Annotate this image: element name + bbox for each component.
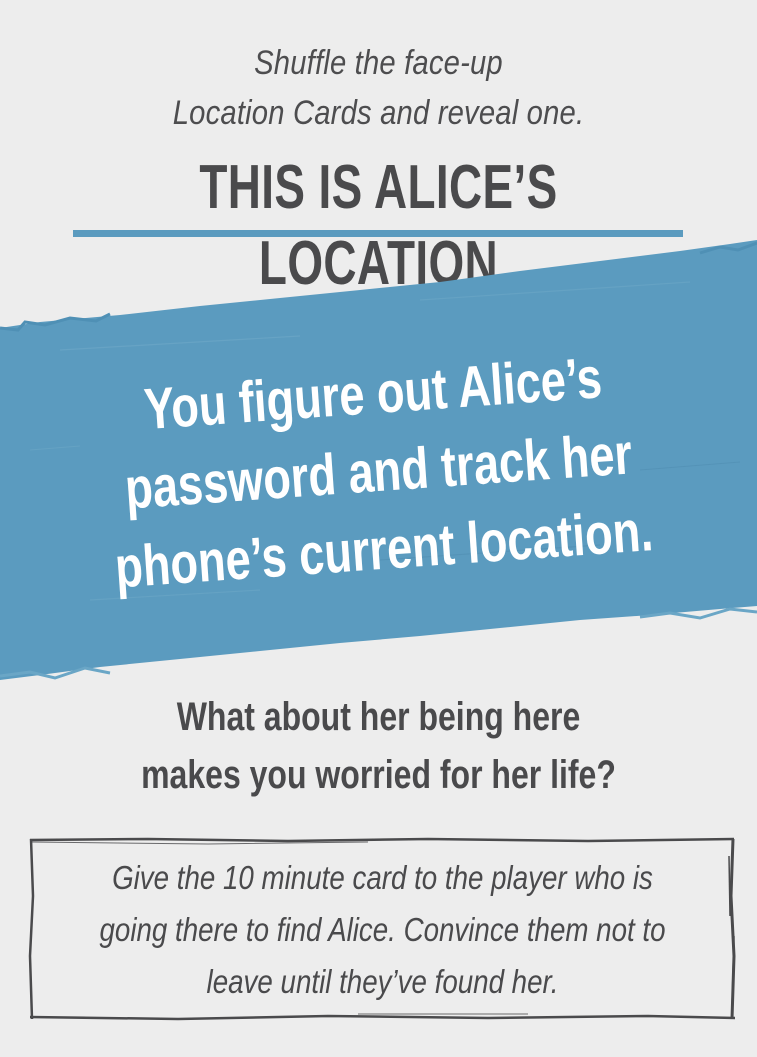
banner-message: You figure out Alice’s password and trac…: [91, 336, 665, 608]
worry-question: What about her being here makes you worr…: [76, 688, 682, 804]
note-line: Give the 10 minute card to the player wh…: [112, 859, 653, 896]
location-card: Shuffle the face-up Location Cards and r…: [0, 0, 757, 1057]
note-line: going there to find Alice. Convince them…: [99, 911, 666, 948]
question-line: What about her being here: [176, 695, 581, 739]
question-line: makes you worried for her life?: [141, 753, 616, 797]
note-line: leave until they’ve found her.: [206, 963, 559, 1000]
instruction-note: Give the 10 minute card to the player wh…: [85, 852, 681, 1008]
